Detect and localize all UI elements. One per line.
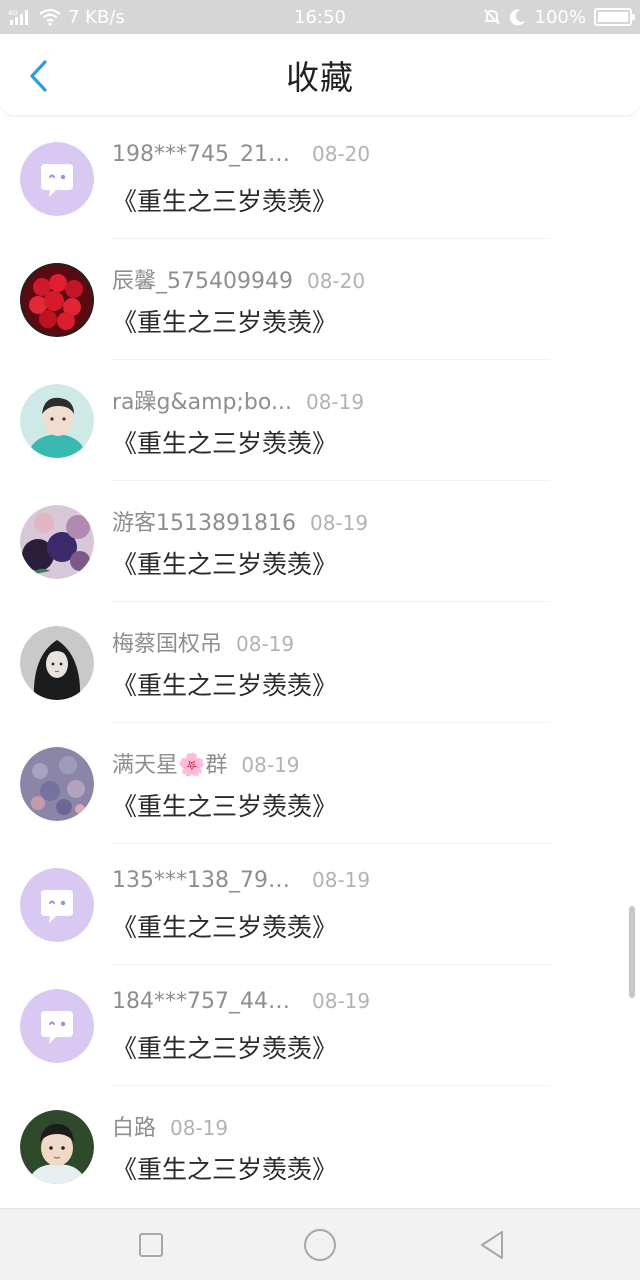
list-item[interactable]: 白路 08-19 《重生之三岁羡羡》 [0,1086,640,1207]
book-title: 《重生之三岁羡羡》 [112,429,338,458]
book-title: 《重生之三岁羡羡》 [112,550,338,579]
system-back-button[interactable] [472,1225,512,1265]
list-item[interactable]: 梅蔡国权吊 08-19 《重生之三岁羡羡》 [0,602,640,723]
book-title: 《重生之三岁羡羡》 [112,913,338,942]
moon-icon [509,8,527,26]
avatar[interactable] [20,505,94,579]
username: 白路 [112,1116,157,1141]
default-avatar-icon [20,868,94,942]
date: 08-20 [306,269,366,293]
username: ra躁g&amp;bo... [112,390,292,415]
battery-icon [594,8,635,26]
clock: 16:50 [294,6,346,28]
avatar[interactable] [20,626,94,700]
avatar[interactable] [20,384,94,458]
date: 08-19 [309,511,369,535]
portrait-photo-icon [20,384,94,458]
item-meta: 白路 08-19 [112,1110,229,1141]
home-button[interactable] [300,1225,340,1265]
square-icon [139,1233,163,1257]
item-meta: ra躁g&amp;bo... 08-19 [112,384,365,415]
battery-percent: 100% [534,6,586,28]
list-item[interactable]: 辰馨_575409949 08-20 《重生之三岁羡羡》 [0,239,640,360]
roses-photo-icon [20,263,94,337]
favorites-list: 198***745_211... 08-20 《重生之三岁羡羡》 辰馨_5754… [0,118,640,1207]
username: 梅蔡国权吊 [112,632,223,657]
book-title: 《重生之三岁羡羡》 [112,1155,338,1184]
avatar[interactable] [20,263,94,337]
item-meta: 198***745_211... 08-20 [112,142,370,172]
date: 08-19 [312,868,371,892]
item-meta: 满天星🌸群 08-19 [112,747,300,778]
book-title: 《重生之三岁羡羡》 [112,308,338,337]
list-item[interactable]: 游客1513891816 08-19 《重生之三岁羡羡》 [0,481,640,602]
username: 辰馨_575409949 [112,269,293,294]
recent-apps-button[interactable] [131,1225,171,1265]
default-avatar-icon [20,989,94,1063]
list-item[interactable]: ra躁g&amp;bo... 08-19 《重生之三岁羡羡》 [0,360,640,481]
username: 135***138_795... [112,868,298,893]
item-meta: 游客1513891816 08-19 [112,505,369,536]
app-header: 收藏 [0,34,640,116]
circle-icon [304,1229,336,1261]
item-meta: 135***138_795... 08-19 [112,868,370,898]
username: 游客1513891816 [112,511,296,536]
book-title: 《重生之三岁羡羡》 [112,671,338,700]
avatar[interactable] [20,142,94,216]
anime-girl-photo-icon [20,626,94,700]
date: 08-19 [241,753,300,777]
book-title: 《重生之三岁羡羡》 [112,1034,338,1063]
date: 08-19 [305,390,365,414]
list-item[interactable]: 198***745_211... 08-20 《重生之三岁羡羡》 [0,118,640,239]
triangle-back-icon [481,1231,503,1259]
avatar[interactable] [20,1110,94,1184]
book-title: 《重生之三岁羡羡》 [112,792,338,821]
date: 08-19 [170,1116,229,1140]
item-meta: 梅蔡国权吊 08-19 [112,626,295,657]
status-bar: 4G 7 KB/s 16:50 100% [0,0,640,34]
date: 08-19 [312,989,371,1013]
page-title: 收藏 [286,58,354,97]
avatar[interactable] [20,989,94,1063]
scrollbar[interactable] [629,906,635,998]
date: 08-20 [312,142,371,166]
status-right: 100% [483,0,635,34]
book-title: 《重生之三岁羡羡》 [112,187,338,216]
date: 08-19 [236,632,295,656]
username: 满天星🌸群 [112,753,228,778]
username: 198***745_211... [112,142,298,167]
list-item[interactable]: 满天星🌸群 08-19 《重生之三岁羡羡》 [0,723,640,844]
flowers-field-photo-icon [20,747,94,821]
system-nav-bar [0,1208,640,1280]
bell-muted-icon [483,8,501,26]
item-meta: 辰馨_575409949 08-20 [112,263,366,294]
avatar[interactable] [20,868,94,942]
child-photo-icon [20,1110,94,1184]
list-item[interactable]: 184***757_448... 08-19 《重生之三岁羡羡》 [0,965,640,1086]
avatar[interactable] [20,747,94,821]
username: 184***757_448... [112,989,298,1014]
balloons-photo-icon [20,505,94,579]
list-item[interactable]: 135***138_795... 08-19 《重生之三岁羡羡》 [0,844,640,965]
default-avatar-icon [20,142,94,216]
item-meta: 184***757_448... 08-19 [112,989,370,1019]
